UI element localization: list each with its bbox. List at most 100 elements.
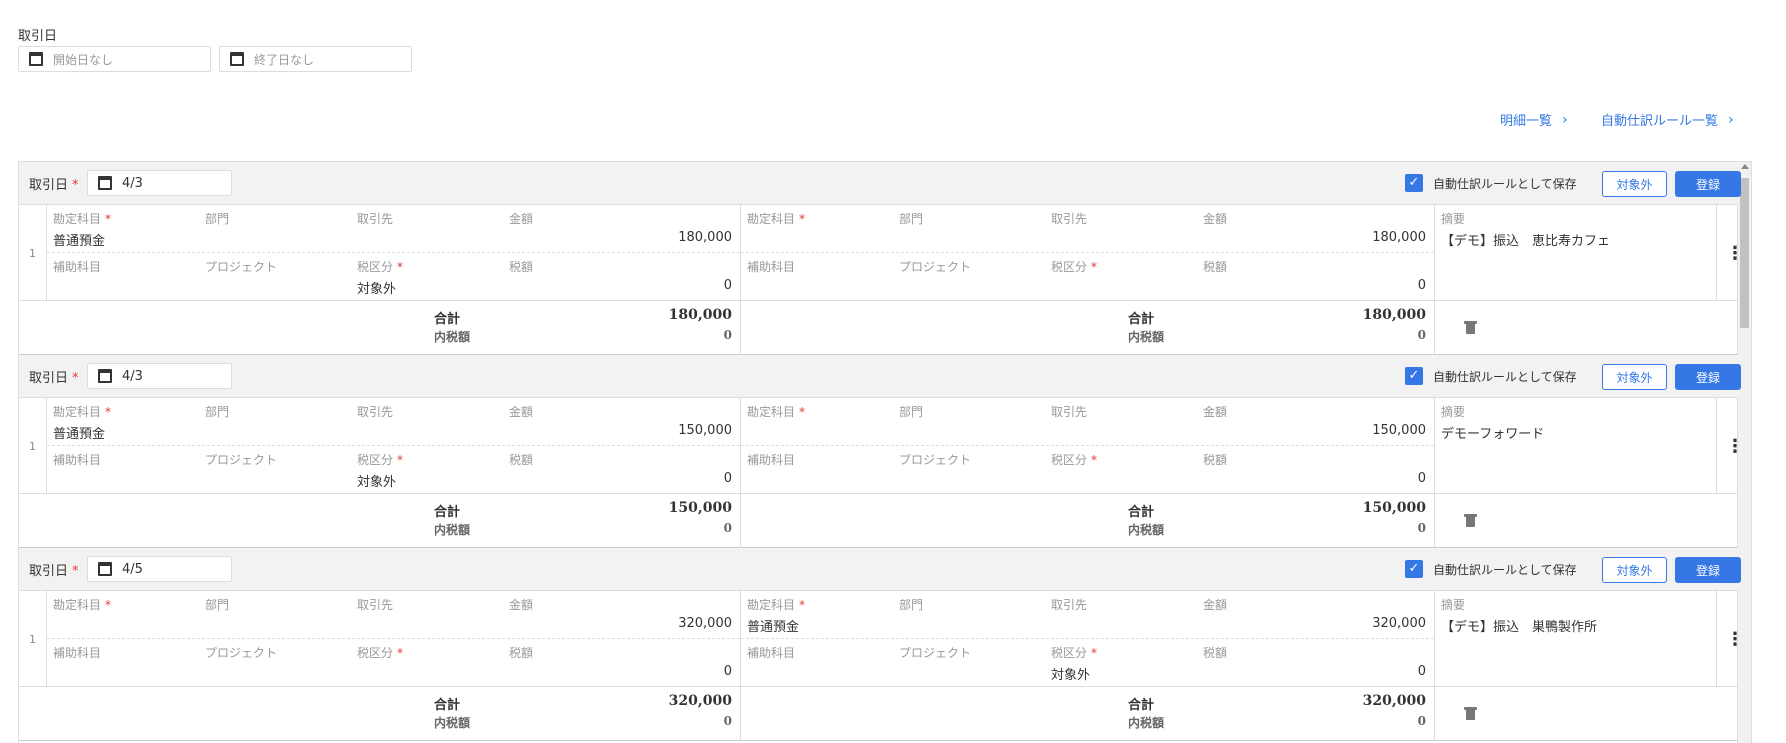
calendar-icon: [98, 176, 112, 190]
clipboard-icon[interactable]: [1464, 514, 1477, 527]
debit-totals: 合計 150,000 内税額 0: [19, 494, 741, 548]
credit-amount-field[interactable]: 320,000: [1372, 616, 1426, 631]
debit-total-label: 合計: [434, 698, 461, 713]
entry-date-input[interactable]: 4/3: [87, 170, 232, 196]
save-as-rule-label: 自動仕訳ルールとして保存: [1433, 177, 1577, 191]
register-button[interactable]: 登録: [1675, 171, 1741, 197]
rule-list-link-label: 自動仕訳ルール一覧: [1601, 114, 1719, 129]
credit-department-label: 部門: [899, 212, 924, 226]
more-menu-icon[interactable]: ⋮: [1717, 591, 1751, 687]
credit-amount-field[interactable]: 180,000: [1372, 230, 1426, 245]
entry-totals: 合計 180,000 内税額 0 合計 180,000 内税額 0: [19, 301, 1738, 355]
memo-cell[interactable]: 摘要 【デモ】振込 巣鴨製作所: [1435, 591, 1717, 687]
credit-total-label: 合計: [1128, 312, 1155, 327]
credit-sub-account-label: 補助科目: [747, 646, 796, 660]
debit-amount-label: 金額: [509, 405, 534, 419]
end-date-placeholder: 終了日なし: [254, 52, 315, 67]
entry-date-input[interactable]: 4/5: [87, 556, 232, 582]
register-button[interactable]: 登録: [1675, 364, 1741, 390]
debit-total-label: 合計: [434, 312, 461, 327]
credit-partner-label: 取引先: [1051, 212, 1088, 226]
memo-cell[interactable]: 摘要 【デモ】振込 恵比寿カフェ: [1435, 205, 1717, 301]
save-as-rule-label: 自動仕訳ルールとして保存: [1433, 563, 1577, 577]
credit-tax-amount-field[interactable]: 0: [1418, 278, 1426, 293]
debit-total-value: 320,000: [668, 693, 732, 709]
credit-amount-label: 金額: [1203, 405, 1228, 419]
debit-amount-field[interactable]: 320,000: [678, 616, 732, 631]
row-number: 1: [19, 591, 47, 687]
save-as-rule-checkbox[interactable]: ✓: [1405, 367, 1423, 385]
register-button[interactable]: 登録: [1675, 557, 1741, 583]
debit-account-field[interactable]: 普通預金: [53, 423, 105, 442]
credit-total-value: 320,000: [1362, 693, 1426, 709]
credit-inclusive-tax-label: 内税額: [1128, 716, 1165, 730]
debit-side: 勘定科目 * 普通預金 部門 取引先 金額 180,000 補助科目 プロジェクト…: [47, 205, 741, 301]
credit-project-label: プロジェクト: [899, 260, 972, 274]
debit-sub-account-label: 補助科目: [53, 260, 102, 274]
credit-account-label: 勘定科目 *: [747, 405, 806, 419]
debit-department-label: 部門: [205, 598, 230, 612]
filter-end-date-input[interactable]: 終了日なし: [219, 46, 412, 72]
debit-amount-label: 金額: [509, 598, 534, 612]
exclude-button[interactable]: 対象外: [1602, 364, 1667, 390]
memo-label: 摘要: [1441, 405, 1466, 419]
credit-tax-amount-label: 税額: [1203, 646, 1228, 660]
entry-totals: 合計 150,000 内税額 0 合計 150,000 内税額 0: [19, 494, 1738, 548]
debit-account-field[interactable]: 普通預金: [53, 230, 105, 249]
detail-list-link[interactable]: 明細一覧 ›: [1500, 110, 1568, 130]
save-as-rule-checkbox[interactable]: ✓: [1405, 560, 1423, 578]
debit-tax-amount-field[interactable]: 0: [724, 664, 732, 679]
exclude-button[interactable]: 対象外: [1602, 171, 1667, 197]
credit-total-value: 150,000: [1362, 500, 1426, 516]
credit-totals: 合計 180,000 内税額 0: [741, 301, 1435, 355]
debit-project-label: プロジェクト: [205, 453, 278, 467]
rule-list-link[interactable]: 自動仕訳ルール一覧 ›: [1601, 110, 1734, 130]
credit-inclusive-tax-label: 内税額: [1128, 330, 1165, 344]
credit-tax-amount-field[interactable]: 0: [1418, 664, 1426, 679]
debit-total-value: 150,000: [668, 500, 732, 516]
credit-inclusive-tax-value: 0: [1417, 714, 1426, 728]
chevron-right-icon: ›: [1728, 111, 1734, 128]
credit-amount-label: 金額: [1203, 212, 1228, 226]
entry-detail-row: 1 勘定科目 * 普通預金 部門 取引先 金額 180,000 補助科目 プロジェ…: [19, 205, 1744, 301]
debit-totals: 合計 180,000 内税額 0: [19, 301, 741, 355]
debit-tax-amount-field[interactable]: 0: [724, 471, 732, 486]
debit-inclusive-tax-value: 0: [723, 521, 732, 535]
entry-totals: 合計 320,000 内税額 0 合計 320,000 内税額 0: [19, 687, 1738, 741]
credit-tax-amount-field[interactable]: 0: [1418, 471, 1426, 486]
credit-tax-amount-label: 税額: [1203, 453, 1228, 467]
debit-amount-field[interactable]: 150,000: [678, 423, 732, 438]
calendar-icon: [230, 52, 244, 66]
credit-side: 勘定科目 * 部門 取引先 金額 180,000 補助科目 プロジェクト 税区分 *…: [741, 205, 1435, 301]
credit-total-label: 合計: [1128, 505, 1155, 520]
credit-total-label: 合計: [1128, 698, 1155, 713]
debit-tax-amount-field[interactable]: 0: [724, 278, 732, 293]
scroll-up-arrow-icon[interactable]: [1741, 164, 1749, 169]
debit-amount-field[interactable]: 180,000: [678, 230, 732, 245]
journal-entry: 取引日 * 4/5 ✓ 自動仕訳ルールとして保存 対象外 登録 1 勘定科目 * 部…: [19, 548, 1744, 741]
more-menu-icon[interactable]: ⋮: [1717, 205, 1751, 301]
filter-start-date-input[interactable]: 開始日なし: [18, 46, 211, 72]
exclude-button[interactable]: 対象外: [1602, 557, 1667, 583]
entry-date-value: 4/3: [122, 175, 143, 191]
credit-tax-category-field[interactable]: 対象外: [1051, 664, 1090, 683]
clipboard-icon[interactable]: [1464, 707, 1477, 720]
calendar-icon: [98, 369, 112, 383]
credit-account-field[interactable]: 普通預金: [747, 616, 799, 635]
credit-amount-field[interactable]: 150,000: [1372, 423, 1426, 438]
debit-tax-amount-label: 税額: [509, 260, 534, 274]
debit-tax-category-field[interactable]: 対象外: [357, 471, 396, 490]
memo-cell[interactable]: 摘要 デモーフォワード: [1435, 398, 1717, 494]
entry-date-input[interactable]: 4/3: [87, 363, 232, 389]
entry-date-label: 取引日 *: [29, 371, 79, 386]
debit-tax-category-field[interactable]: 対象外: [357, 278, 396, 297]
debit-tax-category-label: 税区分 *: [357, 646, 404, 660]
credit-project-label: プロジェクト: [899, 453, 972, 467]
more-menu-icon[interactable]: ⋮: [1717, 398, 1751, 494]
clipboard-icon[interactable]: [1464, 321, 1477, 334]
debit-account-label: 勘定科目 *: [53, 212, 112, 226]
save-as-rule-checkbox[interactable]: ✓: [1405, 174, 1423, 192]
credit-totals: 合計 320,000 内税額 0: [741, 687, 1435, 741]
credit-side: 勘定科目 * 普通預金 部門 取引先 金額 320,000 補助科目 プロジェクト…: [741, 591, 1435, 687]
credit-account-label: 勘定科目 *: [747, 598, 806, 612]
